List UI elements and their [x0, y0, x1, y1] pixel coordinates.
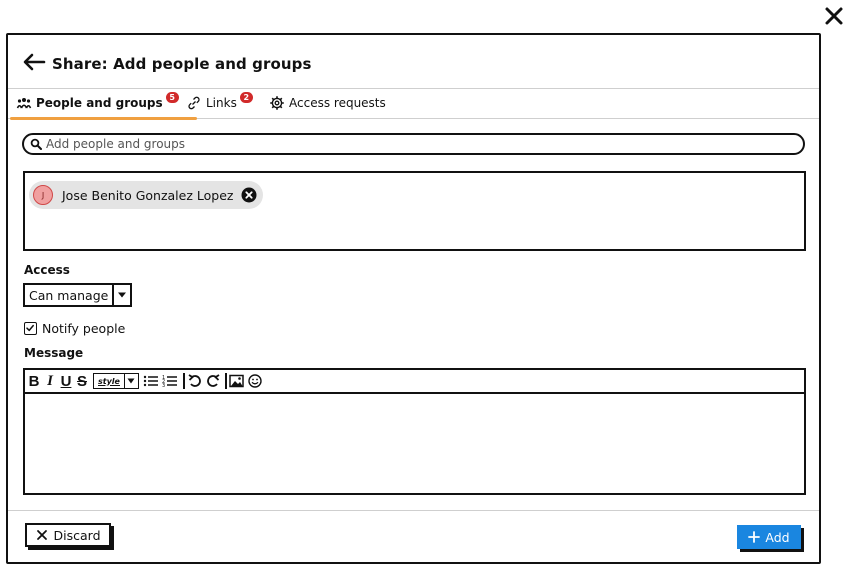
style-select[interactable]: style: [93, 373, 139, 389]
message-textarea[interactable]: [25, 394, 804, 493]
emoji-icon[interactable]: [247, 372, 263, 390]
checkbox[interactable]: [24, 322, 37, 335]
close-icon[interactable]: [822, 4, 846, 28]
discard-label: Discard: [53, 527, 101, 543]
access-label: Access: [24, 263, 70, 277]
toolbar-divider: [182, 373, 185, 389]
plus-icon: [748, 531, 761, 543]
strikethrough-button[interactable]: S: [75, 372, 89, 390]
tab-badge: 5: [165, 91, 179, 103]
search-icon: [30, 138, 42, 150]
check-icon: [26, 324, 34, 332]
remove-person-icon[interactable]: [241, 187, 257, 203]
chevron-down-icon: [112, 285, 130, 305]
redo-icon[interactable]: [205, 372, 221, 390]
person-chip: J Jose Benito Gonzalez Lopez: [29, 181, 264, 209]
tab-bar: People and groups 5 Links 2 Access reque…: [8, 88, 819, 120]
search-input[interactable]: [46, 137, 746, 151]
link-icon: [188, 96, 200, 110]
tab-label: Access requests: [289, 96, 386, 110]
tab-label: People and groups: [36, 96, 163, 110]
search-field[interactable]: [22, 133, 805, 155]
toolbar-divider: [224, 373, 227, 389]
tab-people-and-groups[interactable]: People and groups 5: [10, 88, 197, 120]
footer-divider: [8, 510, 819, 511]
back-arrow-icon[interactable]: [22, 52, 46, 72]
tab-links[interactable]: Links 2: [186, 88, 253, 118]
tab-label: Links: [206, 96, 237, 110]
people-icon: [16, 98, 32, 109]
discard-button[interactable]: Discard: [25, 523, 111, 547]
bold-button[interactable]: B: [27, 372, 41, 390]
add-button[interactable]: Add: [737, 525, 801, 549]
access-select[interactable]: Can manage: [23, 283, 133, 307]
style-select-value: style: [98, 376, 120, 386]
editor-toolbar: B I U S style 123: [25, 370, 804, 394]
svg-text:3: 3: [162, 383, 165, 388]
message-editor: B I U S style 123: [23, 368, 806, 495]
bullet-list-icon[interactable]: [143, 372, 160, 390]
underline-button[interactable]: U: [59, 372, 73, 390]
tab-badge: 2: [239, 91, 253, 103]
message-label: Message: [24, 346, 84, 360]
close-icon: [36, 530, 47, 540]
gear-icon: [270, 96, 284, 110]
add-label: Add: [765, 529, 790, 545]
dialog-title: Share: Add people and groups: [52, 55, 312, 73]
notify-label: Notify people: [42, 321, 126, 336]
notify-people-checkbox[interactable]: Notify people: [24, 321, 125, 336]
share-dialog: Share: Add people and groups People and …: [6, 33, 821, 564]
numbered-list-icon[interactable]: 123: [162, 372, 179, 390]
italic-button[interactable]: I: [43, 372, 57, 390]
access-select-value: Can manage: [29, 287, 109, 303]
tab-access-requests[interactable]: Access requests: [269, 88, 386, 118]
chevron-down-icon: [123, 374, 138, 388]
dialog-header: Share: Add people and groups: [8, 35, 819, 89]
person-name: Jose Benito Gonzalez Lopez: [62, 187, 234, 203]
undo-icon[interactable]: [187, 372, 203, 390]
selected-people-box[interactable]: J Jose Benito Gonzalez Lopez: [23, 171, 806, 251]
image-icon[interactable]: [229, 372, 245, 390]
avatar: J: [33, 185, 53, 205]
